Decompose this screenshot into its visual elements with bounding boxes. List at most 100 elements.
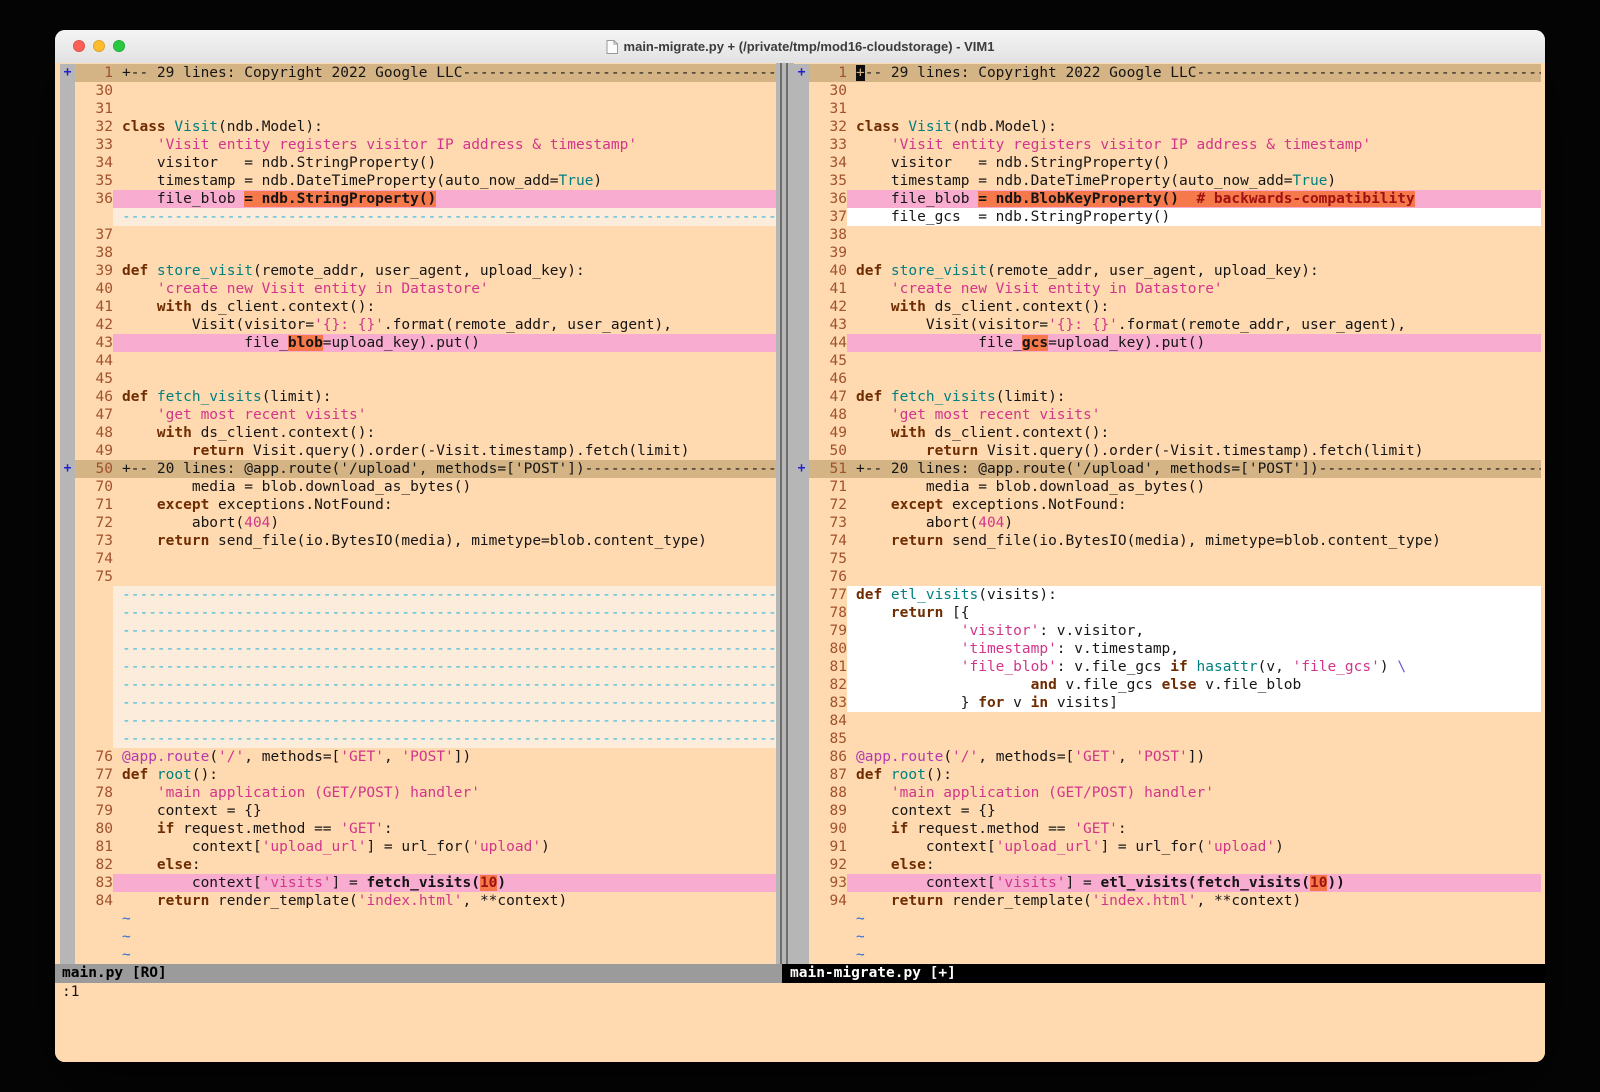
code-line[interactable]: 37 <box>60 226 776 244</box>
line-text[interactable]: ----------------------------------------… <box>113 694 776 712</box>
line-text[interactable]: return Visit.query().order(-Visit.timest… <box>847 442 1541 460</box>
line-text[interactable]: file_gcs = ndb.StringProperty() <box>847 208 1541 226</box>
code-line[interactable]: 73 return send_file(io.BytesIO(media), m… <box>60 532 776 550</box>
line-text[interactable]: timestamp = ndb.DateTimeProperty(auto_no… <box>847 172 1541 190</box>
code-line[interactable]: 93 context['visits'] = etl_visits(fetch_… <box>794 874 1541 892</box>
filler-line[interactable]: ----------------------------------------… <box>60 640 776 658</box>
diff-pane-left[interactable]: +1+-- 29 lines: Copyright 2022 Google LL… <box>60 64 776 964</box>
line-text[interactable] <box>847 550 1541 568</box>
tilde-line[interactable]: ~ <box>794 946 1541 964</box>
code-line[interactable]: 34 visitor = ndb.StringProperty() <box>794 154 1541 172</box>
code-line[interactable]: 79 'visitor': v.visitor, <box>794 622 1541 640</box>
filler-line[interactable]: ----------------------------------------… <box>60 208 776 226</box>
line-text[interactable]: abort(404) <box>847 514 1541 532</box>
line-text[interactable]: 'visitor': v.visitor, <box>847 622 1541 640</box>
line-text[interactable]: ----------------------------------------… <box>113 604 776 622</box>
line-text[interactable]: and v.file_gcs else v.file_blob <box>847 676 1541 694</box>
line-text[interactable]: def store_visit(remote_addr, user_agent,… <box>113 262 776 280</box>
line-text[interactable]: 'Visit entity registers visitor IP addre… <box>113 136 776 154</box>
code-line[interactable]: 72 except exceptions.NotFound: <box>794 496 1541 514</box>
line-text[interactable]: class Visit(ndb.Model): <box>113 118 776 136</box>
code-line[interactable]: 50 return Visit.query().order(-Visit.tim… <box>794 442 1541 460</box>
line-text[interactable]: ----------------------------------------… <box>113 622 776 640</box>
code-line[interactable]: 83 } for v in visits] <box>794 694 1541 712</box>
code-line[interactable]: 80 if request.method == 'GET': <box>60 820 776 838</box>
code-line[interactable]: 46def fetch_visits(limit): <box>60 388 776 406</box>
line-text[interactable]: with ds_client.context(): <box>113 424 776 442</box>
status-line-left[interactable]: main.py [RO] <box>55 964 782 983</box>
code-line[interactable]: 70 media = blob.download_as_bytes() <box>60 478 776 496</box>
code-line[interactable]: 39 <box>794 244 1541 262</box>
line-text[interactable]: +-- 29 lines: Copyright 2022 Google LLC-… <box>113 64 776 82</box>
line-text[interactable]: return [{ <box>847 604 1541 622</box>
code-line[interactable]: 82 and v.file_gcs else v.file_blob <box>794 676 1541 694</box>
line-text[interactable]: 'Visit entity registers visitor IP addre… <box>847 136 1541 154</box>
title-bar[interactable]: main-migrate.py + (/private/tmp/mod16-cl… <box>55 30 1545 64</box>
line-text[interactable]: return render_template('index.html', **c… <box>847 892 1541 910</box>
line-text[interactable]: +-- 20 lines: @app.route('/upload', meth… <box>113 460 776 478</box>
line-text[interactable]: file_blob = ndb.StringProperty() <box>113 190 776 208</box>
line-text[interactable]: return send_file(io.BytesIO(media), mime… <box>847 532 1541 550</box>
tilde-line[interactable]: ~ <box>60 946 776 964</box>
code-line[interactable]: 48 'get most recent visits' <box>794 406 1541 424</box>
line-text[interactable]: visitor = ndb.StringProperty() <box>847 154 1541 172</box>
line-text[interactable]: ----------------------------------------… <box>113 658 776 676</box>
code-line[interactable]: 75 <box>60 568 776 586</box>
code-line[interactable]: 30 <box>60 82 776 100</box>
line-text[interactable]: return Visit.query().order(-Visit.timest… <box>113 442 776 460</box>
code-line[interactable]: 74 <box>60 550 776 568</box>
diff-pane-right[interactable]: +1+-- 29 lines: Copyright 2022 Google LL… <box>794 64 1541 964</box>
code-line[interactable]: 40 'create new Visit entity in Datastore… <box>60 280 776 298</box>
line-text[interactable]: with ds_client.context(): <box>847 298 1541 316</box>
code-line[interactable]: 31 <box>60 100 776 118</box>
code-line[interactable]: 91 context['upload_url'] = url_for('uplo… <box>794 838 1541 856</box>
fold-expand-marker[interactable]: + <box>794 460 809 478</box>
filler-line[interactable]: ----------------------------------------… <box>60 694 776 712</box>
line-text[interactable]: 'file_blob': v.file_gcs if hasattr(v, 'f… <box>847 658 1541 676</box>
code-line[interactable]: 43 Visit(visitor='{}: {}'.format(remote_… <box>794 316 1541 334</box>
code-line[interactable]: 84 return render_template('index.html', … <box>60 892 776 910</box>
line-text[interactable]: 'timestamp': v.timestamp, <box>847 640 1541 658</box>
code-line[interactable]: 36 file_blob = ndb.BlobKeyProperty() # b… <box>794 190 1541 208</box>
code-line[interactable]: 76 <box>794 568 1541 586</box>
line-text[interactable]: return send_file(io.BytesIO(media), mime… <box>113 532 776 550</box>
code-line[interactable]: 74 return send_file(io.BytesIO(media), m… <box>794 532 1541 550</box>
filler-line[interactable]: ----------------------------------------… <box>60 730 776 748</box>
line-text[interactable]: ----------------------------------------… <box>113 712 776 730</box>
line-text[interactable]: with ds_client.context(): <box>113 298 776 316</box>
code-line[interactable]: 49 with ds_client.context(): <box>794 424 1541 442</box>
tilde-line[interactable]: ~ <box>794 928 1541 946</box>
code-line[interactable]: 86@app.route('/', methods=['GET', 'POST'… <box>794 748 1541 766</box>
line-text[interactable]: def root(): <box>847 766 1541 784</box>
line-text[interactable] <box>847 712 1541 730</box>
status-line-right[interactable]: main-migrate.py [+] <box>782 964 1545 983</box>
code-line[interactable]: 72 abort(404) <box>60 514 776 532</box>
line-text[interactable]: def etl_visits(visits): <box>847 586 1541 604</box>
line-text[interactable]: ~ <box>113 946 776 964</box>
filler-line[interactable]: ----------------------------------------… <box>60 586 776 604</box>
zoom-button[interactable] <box>113 40 125 52</box>
code-line[interactable]: 77def root(): <box>60 766 776 784</box>
line-text[interactable]: ~ <box>847 946 1541 964</box>
code-line[interactable]: 42 with ds_client.context(): <box>794 298 1541 316</box>
code-line[interactable]: 45 <box>60 370 776 388</box>
filler-line[interactable]: ----------------------------------------… <box>60 622 776 640</box>
code-line[interactable]: 40def store_visit(remote_addr, user_agen… <box>794 262 1541 280</box>
line-text[interactable] <box>113 370 776 388</box>
line-text[interactable]: visitor = ndb.StringProperty() <box>113 154 776 172</box>
line-text[interactable]: 'get most recent visits' <box>113 406 776 424</box>
code-line[interactable]: 75 <box>794 550 1541 568</box>
line-text[interactable] <box>847 244 1541 262</box>
line-text[interactable] <box>113 568 776 586</box>
code-line[interactable]: 37 file_gcs = ndb.StringProperty() <box>794 208 1541 226</box>
line-text[interactable] <box>113 550 776 568</box>
code-line[interactable]: 71 media = blob.download_as_bytes() <box>794 478 1541 496</box>
line-text[interactable]: context = {} <box>113 802 776 820</box>
line-text[interactable]: 'main application (GET/POST) handler' <box>113 784 776 802</box>
code-line[interactable]: 81 context['upload_url'] = url_for('uplo… <box>60 838 776 856</box>
line-text[interactable]: file_blob = ndb.BlobKeyProperty() # back… <box>847 190 1541 208</box>
line-text[interactable] <box>847 568 1541 586</box>
code-line[interactable]: 38 <box>794 226 1541 244</box>
line-text[interactable]: context['upload_url'] = url_for('upload'… <box>847 838 1541 856</box>
code-line[interactable]: 49 return Visit.query().order(-Visit.tim… <box>60 442 776 460</box>
